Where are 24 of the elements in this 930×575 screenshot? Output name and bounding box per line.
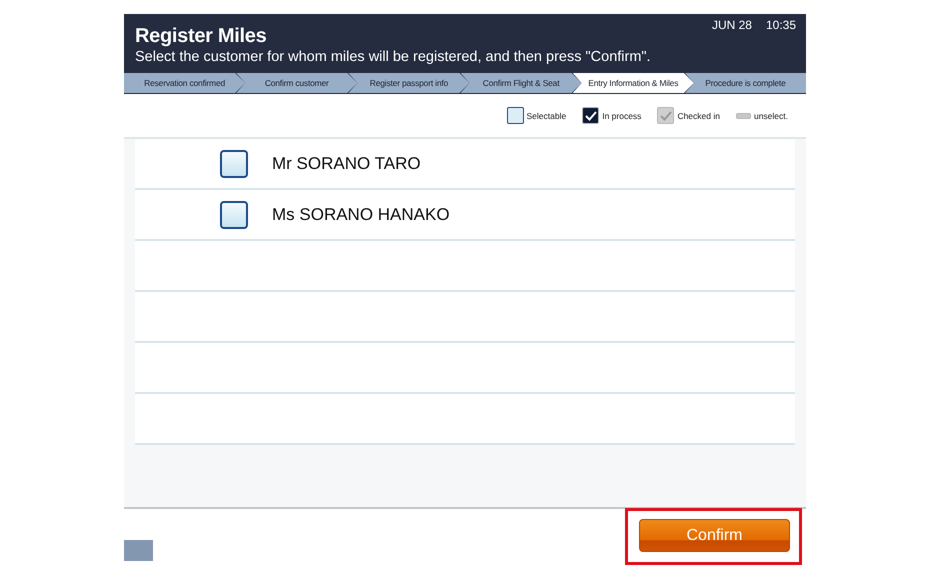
legend-label: Selectable — [526, 110, 566, 120]
checkbox[interactable] — [220, 150, 248, 178]
dash-icon — [736, 112, 751, 118]
legend-label: Checked in — [677, 110, 720, 120]
legend-label: In process — [602, 110, 642, 120]
progress-step: Confirm customer — [236, 73, 358, 93]
checkbox-icon — [506, 107, 524, 124]
progress-step: Reservation confirmed — [124, 73, 246, 93]
progress-step: Entry Information & Miles — [572, 73, 694, 93]
checkmark-icon — [584, 110, 597, 120]
progress-step: Confirm Flight & Seat — [460, 73, 582, 93]
instruction-text: Select the customer for whom miles will be registered, and then press "Confirm". — [135, 48, 651, 66]
progress-step: Procedure is complete — [684, 73, 806, 93]
page-title: Register Miles — [135, 24, 268, 48]
legend-label: unselect. — [754, 110, 788, 120]
checkbox[interactable] — [220, 200, 248, 228]
customer-name: Mr SORANO TARO — [272, 154, 421, 174]
checkmark-icon — [660, 110, 672, 120]
date-text: JUN 28 — [712, 18, 752, 34]
confirm-button[interactable]: Confirm — [639, 519, 790, 552]
progress-step: Register passport info — [348, 73, 470, 93]
back-tab-block — [124, 540, 153, 561]
time-text: 10:35 — [766, 18, 796, 34]
customer-name: Ms SORANO HANAKO — [272, 204, 450, 224]
